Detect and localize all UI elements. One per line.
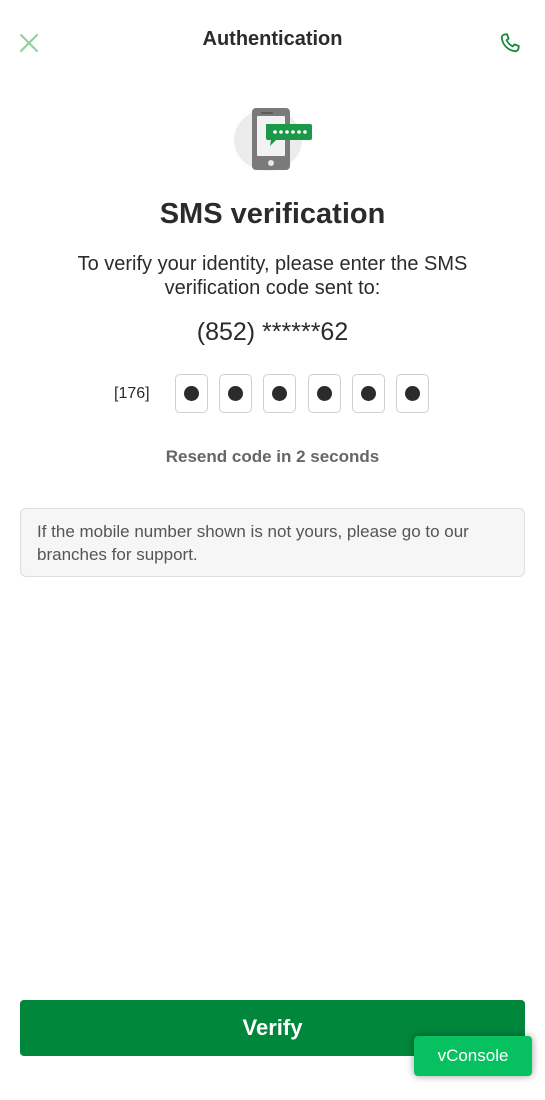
otp-masked-dot bbox=[228, 386, 243, 401]
sms-verification-screen: Authentication SMS verification To verif… bbox=[0, 0, 545, 1100]
verification-instructions: To verify your identity, please enter th… bbox=[77, 253, 468, 299]
otp-digit-3[interactable] bbox=[263, 374, 296, 413]
sms-phone-icon bbox=[234, 108, 312, 171]
resend-countdown: Resend code in 2 seconds bbox=[165, 447, 380, 466]
otp-digit-2[interactable] bbox=[219, 374, 252, 413]
otp-digit-5[interactable] bbox=[352, 374, 385, 413]
notice-box: If the mobile number shown is not yours,… bbox=[20, 508, 525, 577]
otp-masked-dot bbox=[272, 386, 287, 401]
otp-digit-4[interactable] bbox=[308, 374, 341, 413]
otp-input-group: [176] bbox=[0, 374, 545, 416]
otp-digit-1[interactable] bbox=[175, 374, 208, 413]
call-button[interactable] bbox=[495, 28, 525, 58]
header-bar: Authentication bbox=[0, 0, 545, 80]
otp-masked-dot bbox=[361, 386, 376, 401]
masked-phone-number: (852) ******62 bbox=[196, 318, 349, 346]
sms-phone-illustration bbox=[228, 100, 318, 176]
otp-masked-dot bbox=[405, 386, 420, 401]
vconsole-button[interactable]: vConsole bbox=[414, 1036, 532, 1076]
page-title: Authentication bbox=[202, 28, 343, 50]
otp-masked-dot bbox=[184, 386, 199, 401]
verification-title: SMS verification bbox=[159, 198, 386, 230]
otp-digit-6[interactable] bbox=[396, 374, 429, 413]
otp-prefix: [176] bbox=[114, 385, 150, 402]
phone-icon bbox=[500, 33, 520, 53]
otp-masked-dot bbox=[317, 386, 332, 401]
